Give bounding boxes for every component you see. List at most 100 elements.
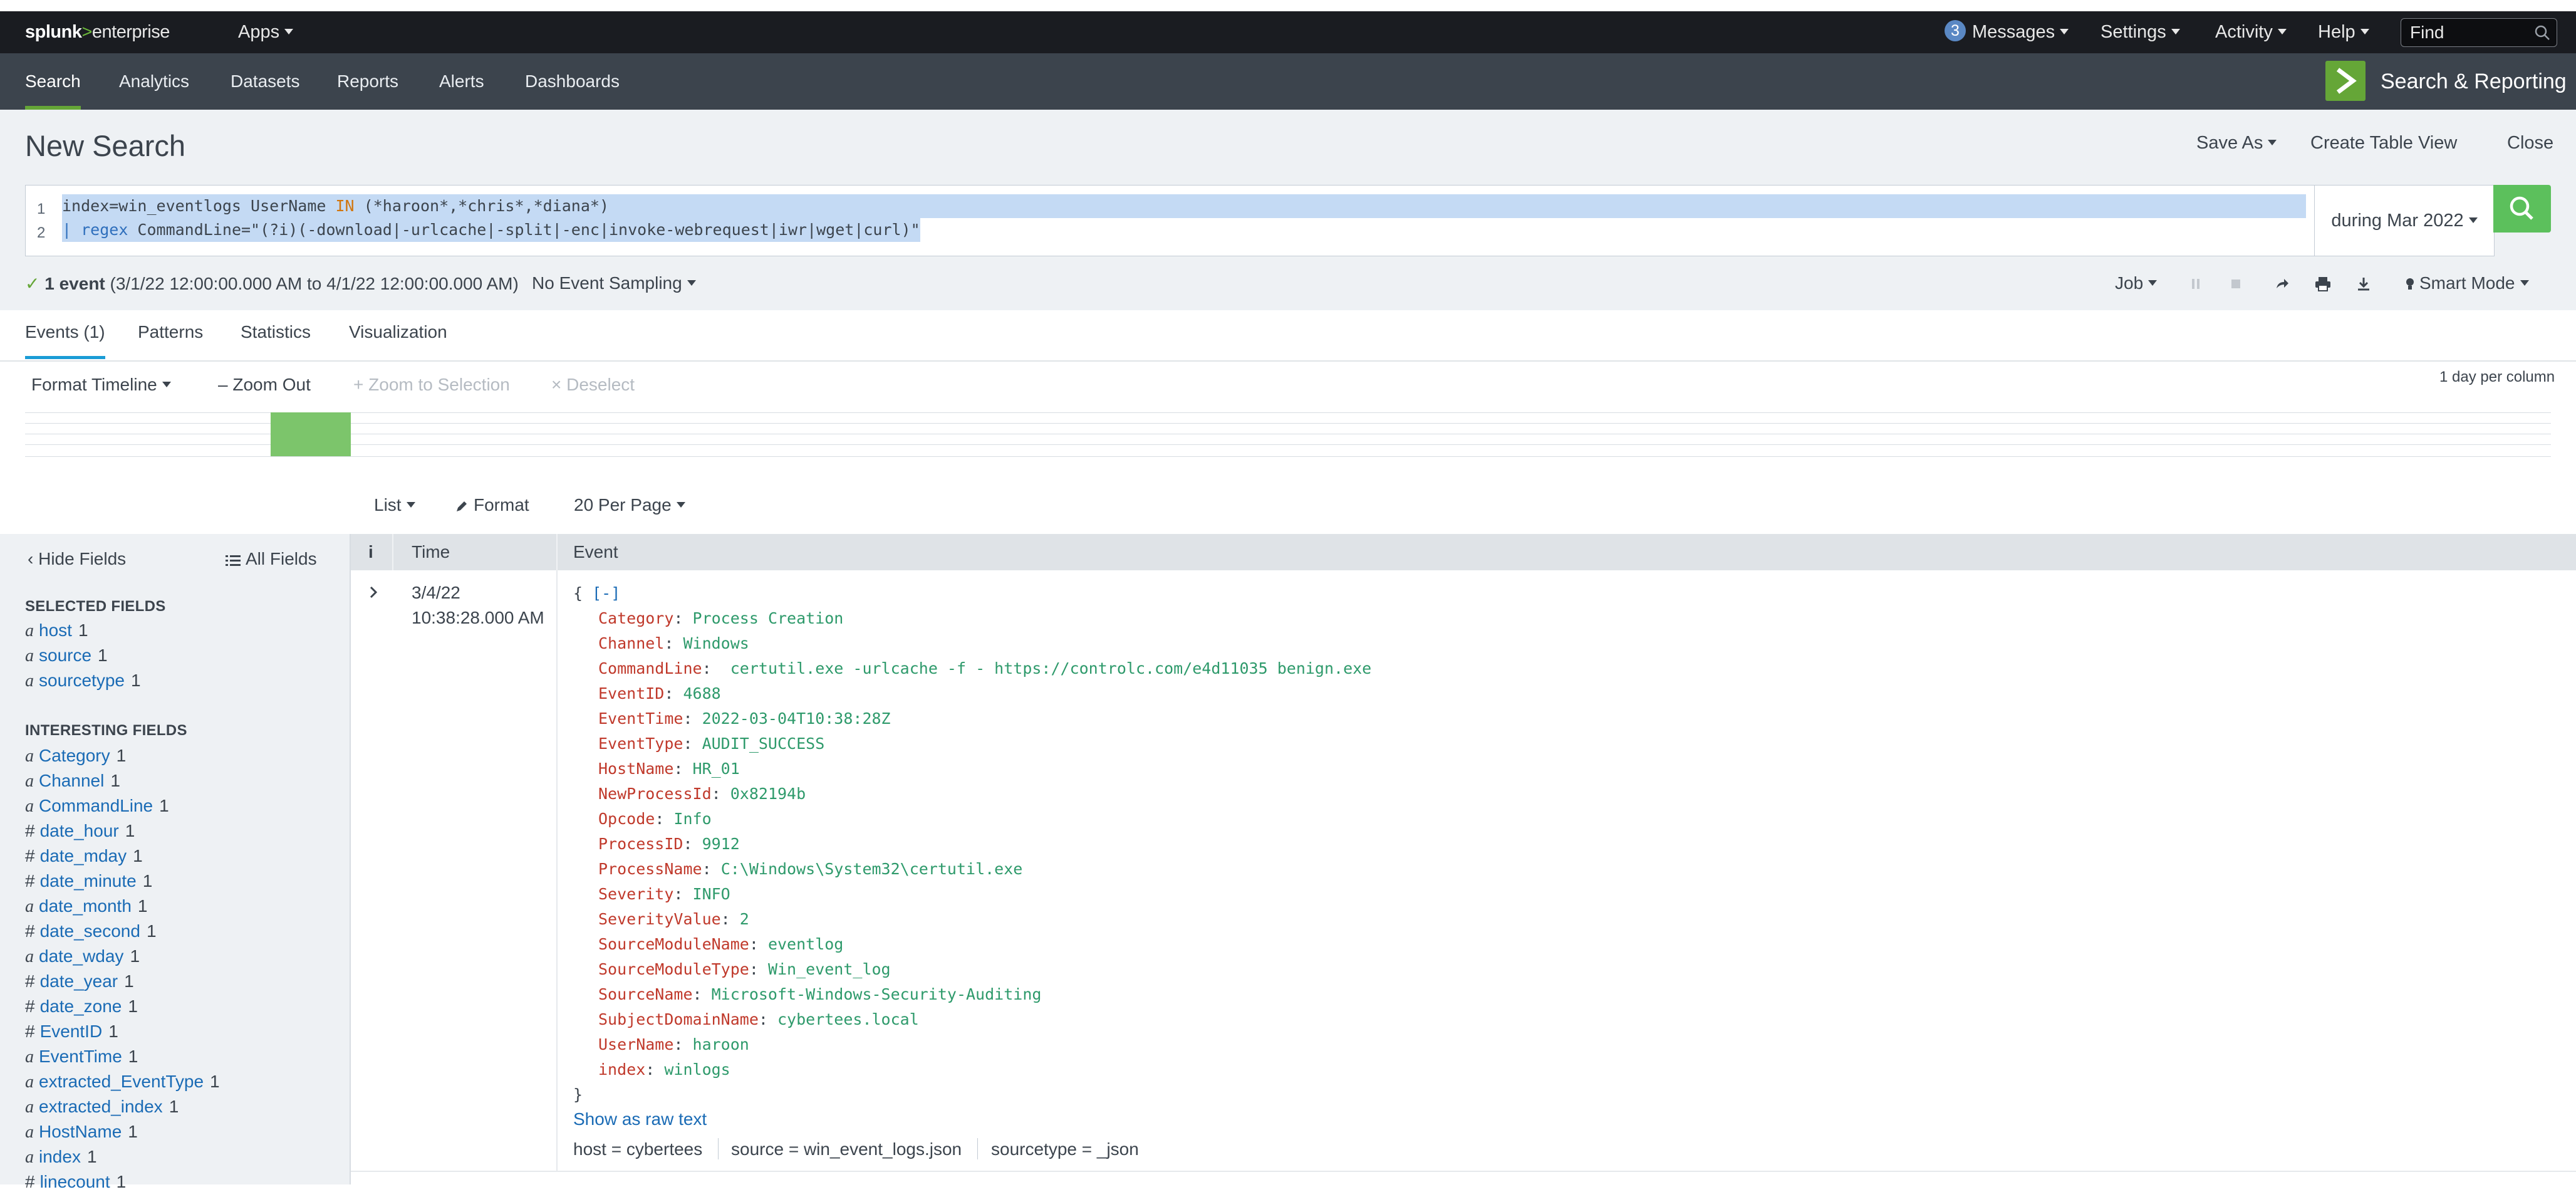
json-key[interactable]: EventTime [598, 709, 683, 728]
collapse-toggle[interactable]: [-] [592, 584, 620, 602]
save-as-button[interactable]: Save As [2196, 133, 2277, 154]
json-key[interactable]: HostName [598, 760, 673, 778]
json-key[interactable]: SourceModuleName [598, 935, 749, 953]
print-icon[interactable] [2314, 276, 2332, 292]
timeline-chart[interactable] [25, 412, 2551, 457]
export-icon[interactable] [2355, 276, 2372, 292]
json-value[interactable]: Info [673, 810, 711, 828]
json-key[interactable]: ProcessID [598, 835, 683, 853]
per-page-dropdown[interactable]: 20 Per Page [574, 495, 685, 515]
search-query-editor[interactable]: 1 2 index=win_eventlogs UserName IN (*ha… [25, 185, 2315, 256]
messages-menu[interactable]: 3 Messages [1945, 11, 2069, 53]
json-key[interactable]: Opcode [598, 810, 655, 828]
json-key[interactable]: Severity [598, 885, 673, 903]
deselect-button[interactable]: × Deselect [551, 375, 635, 395]
create-table-view-button[interactable]: Create Table View [2310, 133, 2457, 154]
expand-chevron-icon[interactable] [367, 584, 380, 600]
field-item-date-mday[interactable]: # date_mday 1 [25, 846, 143, 866]
json-value[interactable]: Win_event_log [768, 960, 891, 978]
field-item-linecount[interactable]: # linecount 1 [25, 1172, 126, 1192]
activity-menu[interactable]: Activity [2215, 11, 2287, 53]
search-icon[interactable] [2534, 24, 2550, 41]
json-value[interactable]: 2 [740, 910, 749, 928]
apps-menu[interactable]: Apps [238, 11, 294, 53]
tab-dashboards[interactable]: Dashboards [525, 53, 620, 110]
json-value[interactable]: 4688 [683, 684, 720, 703]
event-column-header[interactable]: Event [573, 534, 618, 570]
field-item-date-hour[interactable]: # date_hour 1 [25, 821, 135, 841]
tab-search[interactable]: Search [25, 53, 81, 110]
field-item-source[interactable]: a source 1 [25, 646, 108, 666]
tab-statistics[interactable]: Statistics [241, 310, 311, 359]
show-raw-text-link[interactable]: Show as raw text [573, 1109, 707, 1129]
time-range-picker[interactable]: during Mar 2022 [2314, 185, 2495, 256]
meta-host[interactable]: host = cybertees [573, 1139, 702, 1159]
tab-reports[interactable]: Reports [337, 53, 398, 110]
help-menu[interactable]: Help [2318, 11, 2369, 53]
json-value[interactable]: HR_01 [693, 760, 740, 778]
tab-visualization[interactable]: Visualization [349, 310, 447, 359]
json-key[interactable]: SubjectDomainName [598, 1010, 759, 1028]
field-item-hostname[interactable]: a HostName 1 [25, 1122, 138, 1142]
json-value[interactable]: haroon [693, 1035, 749, 1053]
field-item-date-wday[interactable]: a date_wday 1 [25, 946, 140, 967]
field-item-date-second[interactable]: # date_second 1 [25, 921, 157, 941]
field-item-eventid[interactable]: # EventID 1 [25, 1022, 118, 1042]
meta-source[interactable]: source = win_event_logs.json [731, 1139, 962, 1159]
close-button[interactable]: Close [2507, 133, 2553, 154]
job-menu[interactable]: Job [2115, 273, 2158, 293]
format-timeline-button[interactable]: Format Timeline [31, 375, 171, 395]
timeline-bar[interactable] [271, 412, 351, 456]
json-key[interactable]: index [598, 1060, 645, 1079]
field-item-date-minute[interactable]: # date_minute 1 [25, 871, 152, 891]
json-key[interactable]: Channel [598, 634, 664, 652]
search-mode-dropdown[interactable]: Smart Mode [2404, 273, 2529, 293]
time-column-header[interactable]: Time [412, 534, 450, 570]
json-value[interactable]: cybertees.local [777, 1010, 919, 1028]
json-key[interactable]: SeverityValue [598, 910, 721, 928]
json-value[interactable]: certutil.exe -urlcache -f - https://cont… [721, 659, 1372, 677]
field-item-date-year[interactable]: # date_year 1 [25, 971, 134, 991]
event-sampling-dropdown[interactable]: No Event Sampling [532, 273, 696, 293]
json-value[interactable]: INFO [693, 885, 730, 903]
json-value[interactable]: Microsoft-Windows-Security-Auditing [712, 985, 1042, 1003]
json-value[interactable]: eventlog [768, 935, 843, 953]
json-value[interactable]: Windows [683, 634, 749, 652]
hide-fields-button[interactable]: ‹ Hide Fields [28, 549, 126, 569]
json-value[interactable]: AUDIT_SUCCESS [702, 735, 825, 753]
field-item-sourcetype[interactable]: a sourcetype 1 [25, 671, 141, 691]
json-value[interactable]: C:\Windows\System32\certutil.exe [721, 860, 1023, 878]
json-key[interactable]: EventID [598, 684, 664, 703]
zoom-to-selection-button[interactable]: + Zoom to Selection [353, 375, 510, 395]
json-value[interactable]: winlogs [664, 1060, 730, 1079]
json-key[interactable]: NewProcessId [598, 785, 712, 803]
json-key[interactable]: Category [598, 609, 673, 627]
field-item-commandline[interactable]: a CommandLine 1 [25, 796, 169, 817]
tab-alerts[interactable]: Alerts [439, 53, 484, 110]
field-item-date-month[interactable]: a date_month 1 [25, 896, 147, 917]
stop-icon[interactable] [2228, 276, 2244, 292]
splunk-logo[interactable]: splunk>enterprise [25, 11, 170, 53]
json-key[interactable]: UserName [598, 1035, 673, 1053]
tab-patterns[interactable]: Patterns [138, 310, 203, 359]
field-item-category[interactable]: a Category 1 [25, 746, 126, 766]
zoom-out-button[interactable]: – Zoom Out [218, 375, 311, 395]
meta-sourcetype[interactable]: sourcetype = _json [991, 1139, 1139, 1159]
list-view-dropdown[interactable]: List [374, 495, 415, 515]
json-key[interactable]: SourceName [598, 985, 693, 1003]
field-item-index[interactable]: a index 1 [25, 1147, 97, 1168]
search-button[interactable] [2493, 185, 2551, 233]
json-key[interactable]: EventType [598, 735, 683, 753]
app-title[interactable]: Search & Reporting [2381, 53, 2567, 110]
tab-analytics[interactable]: Analytics [119, 53, 189, 110]
json-key[interactable]: ProcessName [598, 860, 702, 878]
all-fields-button[interactable]: All Fields [226, 549, 317, 569]
json-value[interactable]: 0x82194b [730, 785, 806, 803]
json-value[interactable]: Process Creation [693, 609, 844, 627]
find-input[interactable] [2401, 19, 2530, 46]
settings-menu[interactable]: Settings [2101, 11, 2180, 53]
json-value[interactable]: 2022-03-04T10:38:28Z [702, 709, 891, 728]
field-item-date-zone[interactable]: # date_zone 1 [25, 996, 138, 1017]
format-button[interactable]: Format [455, 495, 529, 515]
field-item-extracted-index[interactable]: a extracted_index 1 [25, 1097, 179, 1117]
